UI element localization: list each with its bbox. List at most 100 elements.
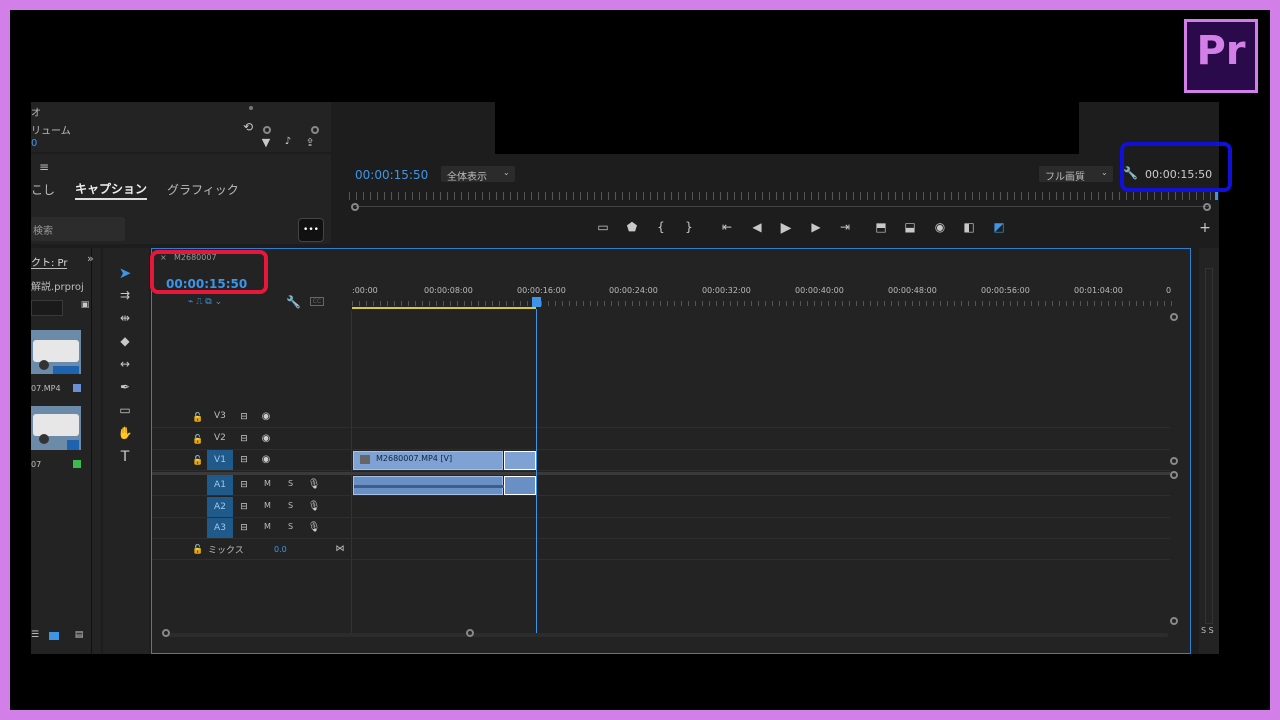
lock-icon[interactable]: 🔓 — [190, 410, 206, 426]
lock-icon[interactable]: 🔓 — [190, 432, 206, 448]
microphone-icon[interactable]: 🎙 — [306, 499, 322, 515]
zoom-handle-left[interactable] — [351, 203, 359, 211]
microphone-icon[interactable]: 🎙 — [306, 520, 322, 536]
clip-thumbnail-2[interactable] — [31, 406, 81, 450]
v-scroll-handle[interactable] — [1170, 471, 1178, 479]
comparison-view-icon[interactable]: ◧ — [961, 220, 977, 234]
tab-graphics[interactable]: グラフィック — [167, 181, 239, 198]
tab-transcript[interactable]: こし — [31, 181, 55, 198]
solo-button[interactable]: S — [288, 501, 293, 510]
project-tab[interactable]: クト: Pr — [31, 254, 68, 269]
rectangle-tool-icon[interactable]: ▭ — [115, 403, 135, 417]
sync-lock-icon[interactable]: ⊟ — [236, 452, 252, 468]
icon-view-button[interactable] — [49, 632, 59, 640]
h-scrollbar[interactable] — [166, 633, 1168, 637]
track-a3[interactable]: A3 ⊟ M S 🎙 — [152, 518, 1170, 539]
sync-lock-icon[interactable]: ⊟ — [236, 499, 252, 515]
play-icon[interactable]: ▶ — [778, 220, 794, 236]
captions-icon[interactable]: CC — [310, 297, 324, 306]
program-ruler[interactable] — [349, 192, 1215, 200]
search-input[interactable]: 検索 — [31, 217, 125, 241]
track-a1[interactable]: A1 ⊟ M S 🎙 — [152, 475, 1170, 496]
extract-icon[interactable]: ⬓ — [902, 220, 918, 234]
mix-value[interactable]: 0.0 — [274, 545, 287, 554]
microphone-icon[interactable]: 🎙 — [306, 477, 322, 493]
h-scroll-handle-left[interactable] — [162, 629, 170, 637]
solo-button[interactable]: S — [288, 522, 293, 531]
track-a2[interactable]: A2 ⊟ M S 🎙 — [152, 497, 1170, 518]
sync-lock-icon[interactable]: ⊟ — [236, 409, 252, 425]
mute-button[interactable]: M — [264, 479, 271, 488]
track-mix[interactable]: 🔓 ミックス 0.0 ⋈ — [152, 539, 1170, 560]
slider-handle-right[interactable] — [311, 126, 319, 134]
audio-clip-2[interactable] — [504, 476, 536, 495]
list-view-icon[interactable]: ☰ — [31, 630, 39, 640]
lock-icon[interactable]: 🔓 — [190, 542, 206, 558]
zoom-handle-right[interactable] — [1203, 203, 1211, 211]
lock-icon[interactable]: 🔓 — [190, 453, 206, 469]
filter-icon[interactable]: ▼ — [259, 136, 273, 149]
slider-handle-left[interactable] — [263, 126, 271, 134]
panel-menu-icon[interactable]: ≡ — [39, 160, 49, 174]
sync-lock-icon[interactable]: ⊟ — [236, 477, 252, 493]
sync-lock-icon[interactable]: ⊟ — [236, 520, 252, 536]
lift-icon[interactable]: ⬒ — [873, 220, 889, 234]
export-icon[interactable]: ⇪ — [303, 136, 317, 149]
audio-play-icon[interactable]: ♪ — [281, 136, 295, 147]
export-frame-icon[interactable]: ◉ — [932, 220, 948, 234]
project-search-input[interactable] — [31, 300, 63, 316]
track-v3[interactable]: 🔓 V3 ⊟ ◉ — [152, 407, 1170, 428]
wrench-icon[interactable]: 🔧 — [286, 295, 301, 309]
video-clip[interactable]: M2680007.MP4 [V] — [353, 451, 503, 470]
playhead-handle[interactable] — [532, 297, 541, 307]
safe-margins-icon[interactable]: ▭ — [595, 220, 611, 234]
mark-out-icon[interactable]: } — [681, 220, 697, 234]
bin-icon[interactable]: ▣ — [79, 300, 91, 310]
source-patch-a3[interactable]: A3 — [207, 518, 233, 538]
track-select-tool-icon[interactable]: ⇉ — [115, 288, 135, 302]
program-timecode[interactable]: 00:00:15:50 — [355, 168, 428, 182]
slip-tool-icon[interactable]: ↔ — [115, 357, 135, 371]
more-options-button[interactable]: ••• — [298, 218, 324, 242]
source-patch-v1[interactable]: V1 — [207, 450, 233, 470]
mix-end-icon[interactable]: ⋈ — [332, 541, 348, 557]
sync-lock-icon[interactable]: ⊟ — [236, 431, 252, 447]
go-to-in-icon[interactable]: ⇤ — [719, 220, 735, 234]
h-scroll-handle-right[interactable] — [466, 629, 474, 637]
step-back-icon[interactable]: ◀ — [749, 220, 765, 234]
meter-solo-labels[interactable]: S S — [1201, 626, 1214, 635]
proxy-toggle-icon[interactable]: ◩ — [991, 220, 1007, 234]
selection-tool-icon[interactable]: ➤ — [115, 264, 135, 282]
eye-icon[interactable]: ◉ — [258, 409, 274, 425]
v-scroll-handle[interactable] — [1170, 617, 1178, 625]
reset-icon[interactable]: ⟲ — [241, 120, 255, 134]
tab-captions[interactable]: キャプション — [75, 180, 147, 197]
eye-icon[interactable]: ◉ — [258, 452, 274, 468]
hand-tool-icon[interactable]: ✋ — [115, 426, 135, 440]
panel-expand-icon[interactable]: » — [87, 252, 94, 265]
v-scroll-handle[interactable] — [1170, 457, 1178, 465]
time-ruler[interactable]: :00:00 00:00:08:00 00:00:16:00 00:00:24:… — [352, 277, 1172, 311]
track-v2[interactable]: 🔓 V2 ⊟ ◉ — [152, 429, 1170, 450]
mute-button[interactable]: M — [264, 501, 271, 510]
work-area-bar[interactable] — [352, 307, 536, 309]
video-clip-2[interactable] — [504, 451, 536, 470]
v-scroll-handle[interactable] — [1170, 313, 1178, 321]
razor-tool-icon[interactable]: ◆ — [115, 334, 135, 348]
track-v1[interactable]: 🔓 V1 ⊟ ◉ M2680007.MP4 [V] — [152, 450, 1170, 471]
clip-thumbnail-1[interactable] — [31, 330, 81, 374]
add-marker-icon[interactable]: ⬟ — [624, 220, 640, 234]
pen-tool-icon[interactable]: ✒ — [115, 380, 135, 394]
eye-icon[interactable]: ◉ — [258, 431, 274, 447]
source-patch-a2[interactable]: A2 — [207, 497, 233, 517]
solo-button[interactable]: S — [288, 479, 293, 488]
mark-in-icon[interactable]: { — [653, 220, 669, 234]
step-forward-icon[interactable]: ▶ — [808, 220, 824, 234]
type-tool-icon[interactable]: T — [115, 449, 135, 465]
audio-clip[interactable] — [353, 476, 504, 495]
timeline-toggle-icons[interactable]: ⌁ ⎍ ⧉ ⌄ — [170, 297, 240, 307]
quality-select[interactable]: フル画質 ⌄ — [1039, 166, 1113, 183]
source-patch-a1[interactable]: A1 — [207, 475, 233, 495]
go-to-out-icon[interactable]: ⇥ — [837, 220, 853, 234]
button-editor-icon[interactable]: + — [1197, 220, 1213, 236]
